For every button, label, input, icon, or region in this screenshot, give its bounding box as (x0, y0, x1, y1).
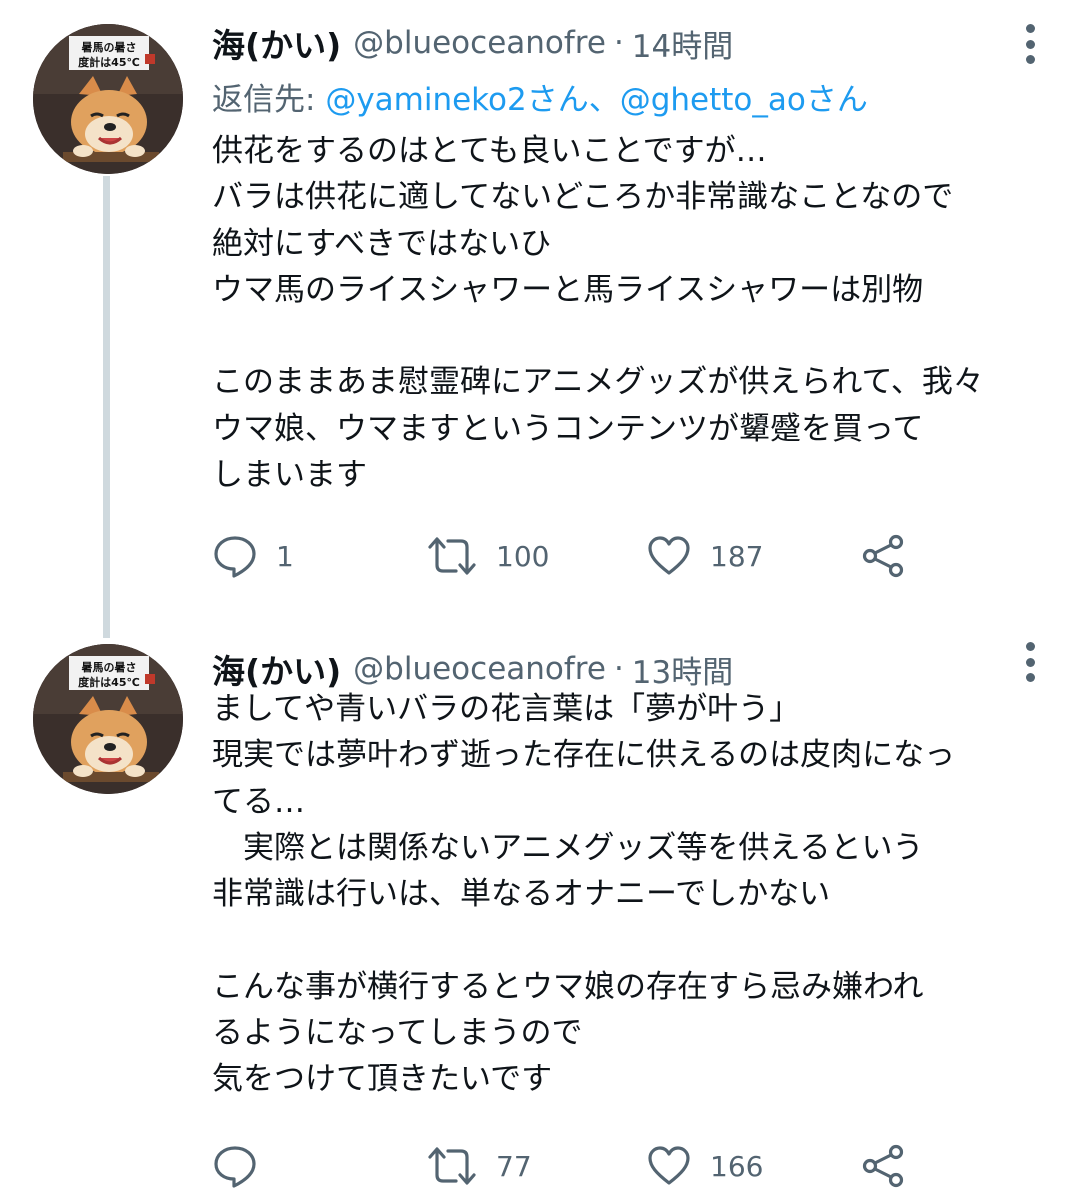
speech-bubble-icon (214, 1146, 256, 1188)
tweet-text-line: こんな事が横行するとウマ娘の存在すら忌み嫌われ (212, 968, 924, 1005)
tweet-text-line: るようになってしまうので (212, 1015, 583, 1052)
user-handle[interactable]: @blueoceanofre (353, 651, 606, 687)
avatar-sign-line-2: 度計は45℃ (78, 55, 140, 69)
vertical-ellipsis-icon[interactable] (1018, 642, 1042, 682)
like-count: 166 (710, 1149, 764, 1183)
shiba-dog-avatar-image: 暑馬の暑さ 度計は45℃ (33, 24, 183, 174)
retweet-count: 77 (496, 1149, 532, 1183)
like-count: 187 (710, 539, 764, 573)
tweet-text-line (212, 313, 1062, 359)
separator-dot: · (613, 651, 624, 687)
reply-button[interactable] (212, 1140, 276, 1192)
reply-button[interactable]: 1 (212, 530, 294, 582)
retweet-count: 100 (496, 539, 550, 573)
tweet-text-line: てる… (212, 783, 305, 820)
speech-bubble-icon (214, 536, 256, 578)
tweet-text-line: ウマ馬のライスシャワーと馬ライスシャワーは別物 (212, 271, 924, 308)
tweet-actions: 1 100 187 (212, 530, 1032, 582)
vertical-ellipsis-icon[interactable] (1018, 24, 1042, 64)
display-name[interactable]: 海(かい) (212, 19, 341, 67)
tweet-text-line: しまいます (212, 457, 367, 494)
tweet-text-line: 供花をするのはとても良いことですが… (212, 133, 767, 169)
share-button[interactable] (860, 530, 906, 582)
heart-icon (648, 1146, 690, 1185)
tweet-text: ましてや青いバラの花言葉は「夢が叶う」 現実では夢叶わず逝った存在に供えるのは皮… (212, 686, 1062, 1103)
like-button[interactable]: 187 (646, 530, 763, 582)
heart-icon (648, 536, 690, 575)
tweet-text-line: 気をつけて頂きたいです (212, 1061, 553, 1098)
share-icon (862, 1144, 904, 1188)
retweet-arrows-icon (428, 537, 476, 575)
tweet-text-line: バラは供花に適してないどころか非常識なことなので (212, 179, 954, 216)
retweet-button[interactable]: 77 (426, 1140, 532, 1192)
like-button[interactable]: 166 (646, 1140, 763, 1192)
tweet-text-line: 絶対にすべきではないひ (212, 225, 552, 262)
timestamp[interactable]: 13時間 (632, 647, 733, 692)
shiba-dog-avatar-image: 暑馬の暑さ 度計は45℃ (33, 644, 183, 794)
share-icon (862, 534, 904, 578)
tweet-text-line: 現実では夢叶わず逝った存在に供えるのは皮肉になっ (212, 737, 956, 774)
avatar-sign-line-2: 度計は45℃ (78, 675, 140, 689)
tweet-text-line: このままあま慰霊碑にアニメグッズが供えられて、我々 (212, 364, 984, 401)
separator-dot: · (613, 25, 624, 61)
avatar-sign-line-1: 暑馬の暑さ (82, 661, 137, 674)
tweet-header: 海(かい) @blueoceanofre · 14時間 (212, 20, 733, 66)
tweet-text-line: 非常識は行いは、単なるオナニーでしかない (212, 876, 831, 913)
retweet-button[interactable]: 100 (426, 530, 549, 582)
tweet-text: 供花をするのはとても良いことですが… バラは供花に適してないどころか非常識なこと… (212, 128, 1062, 498)
reply-count: 1 (276, 539, 294, 573)
tweet-actions: 77 166 (212, 1140, 1032, 1192)
tweet[interactable]: 暑馬の暑さ 度計は45℃ 海(かい) @blueoceanofre · 14時間… (0, 0, 1080, 640)
tweet[interactable]: 暑馬の暑さ 度計は45℃ 海(かい) @blueoceanofre · 13時間… (0, 640, 1080, 1200)
reply-to-line: 返信先: @yamineko2さん、@ghetto_aoさん (212, 74, 868, 119)
timestamp[interactable]: 14時間 (632, 21, 733, 66)
avatar[interactable]: 暑馬の暑さ 度計は45℃ (33, 24, 183, 174)
tweet-text-line: ウマ娘、ウマますというコンテンツが顰蹙を買って (212, 410, 924, 447)
avatar-sign-line-1: 暑馬の暑さ (82, 41, 137, 54)
retweet-arrows-icon (428, 1147, 476, 1185)
share-button[interactable] (860, 1140, 906, 1192)
user-handle[interactable]: @blueoceanofre (353, 25, 606, 61)
tweet-text-line (212, 917, 1062, 963)
tweet-text-line: 実際とは関係ないアニメグッズ等を供えるという (212, 829, 924, 866)
thread-connector-line (103, 176, 110, 638)
reply-to-label: 返信先: (212, 82, 326, 118)
avatar[interactable]: 暑馬の暑さ 度計は45℃ (33, 644, 183, 794)
reply-mentions[interactable]: @yamineko2さん、@ghetto_aoさん (325, 82, 868, 118)
tweet-text-line: ましてや青いバラの花言葉は「夢が叶う」 (212, 691, 801, 727)
